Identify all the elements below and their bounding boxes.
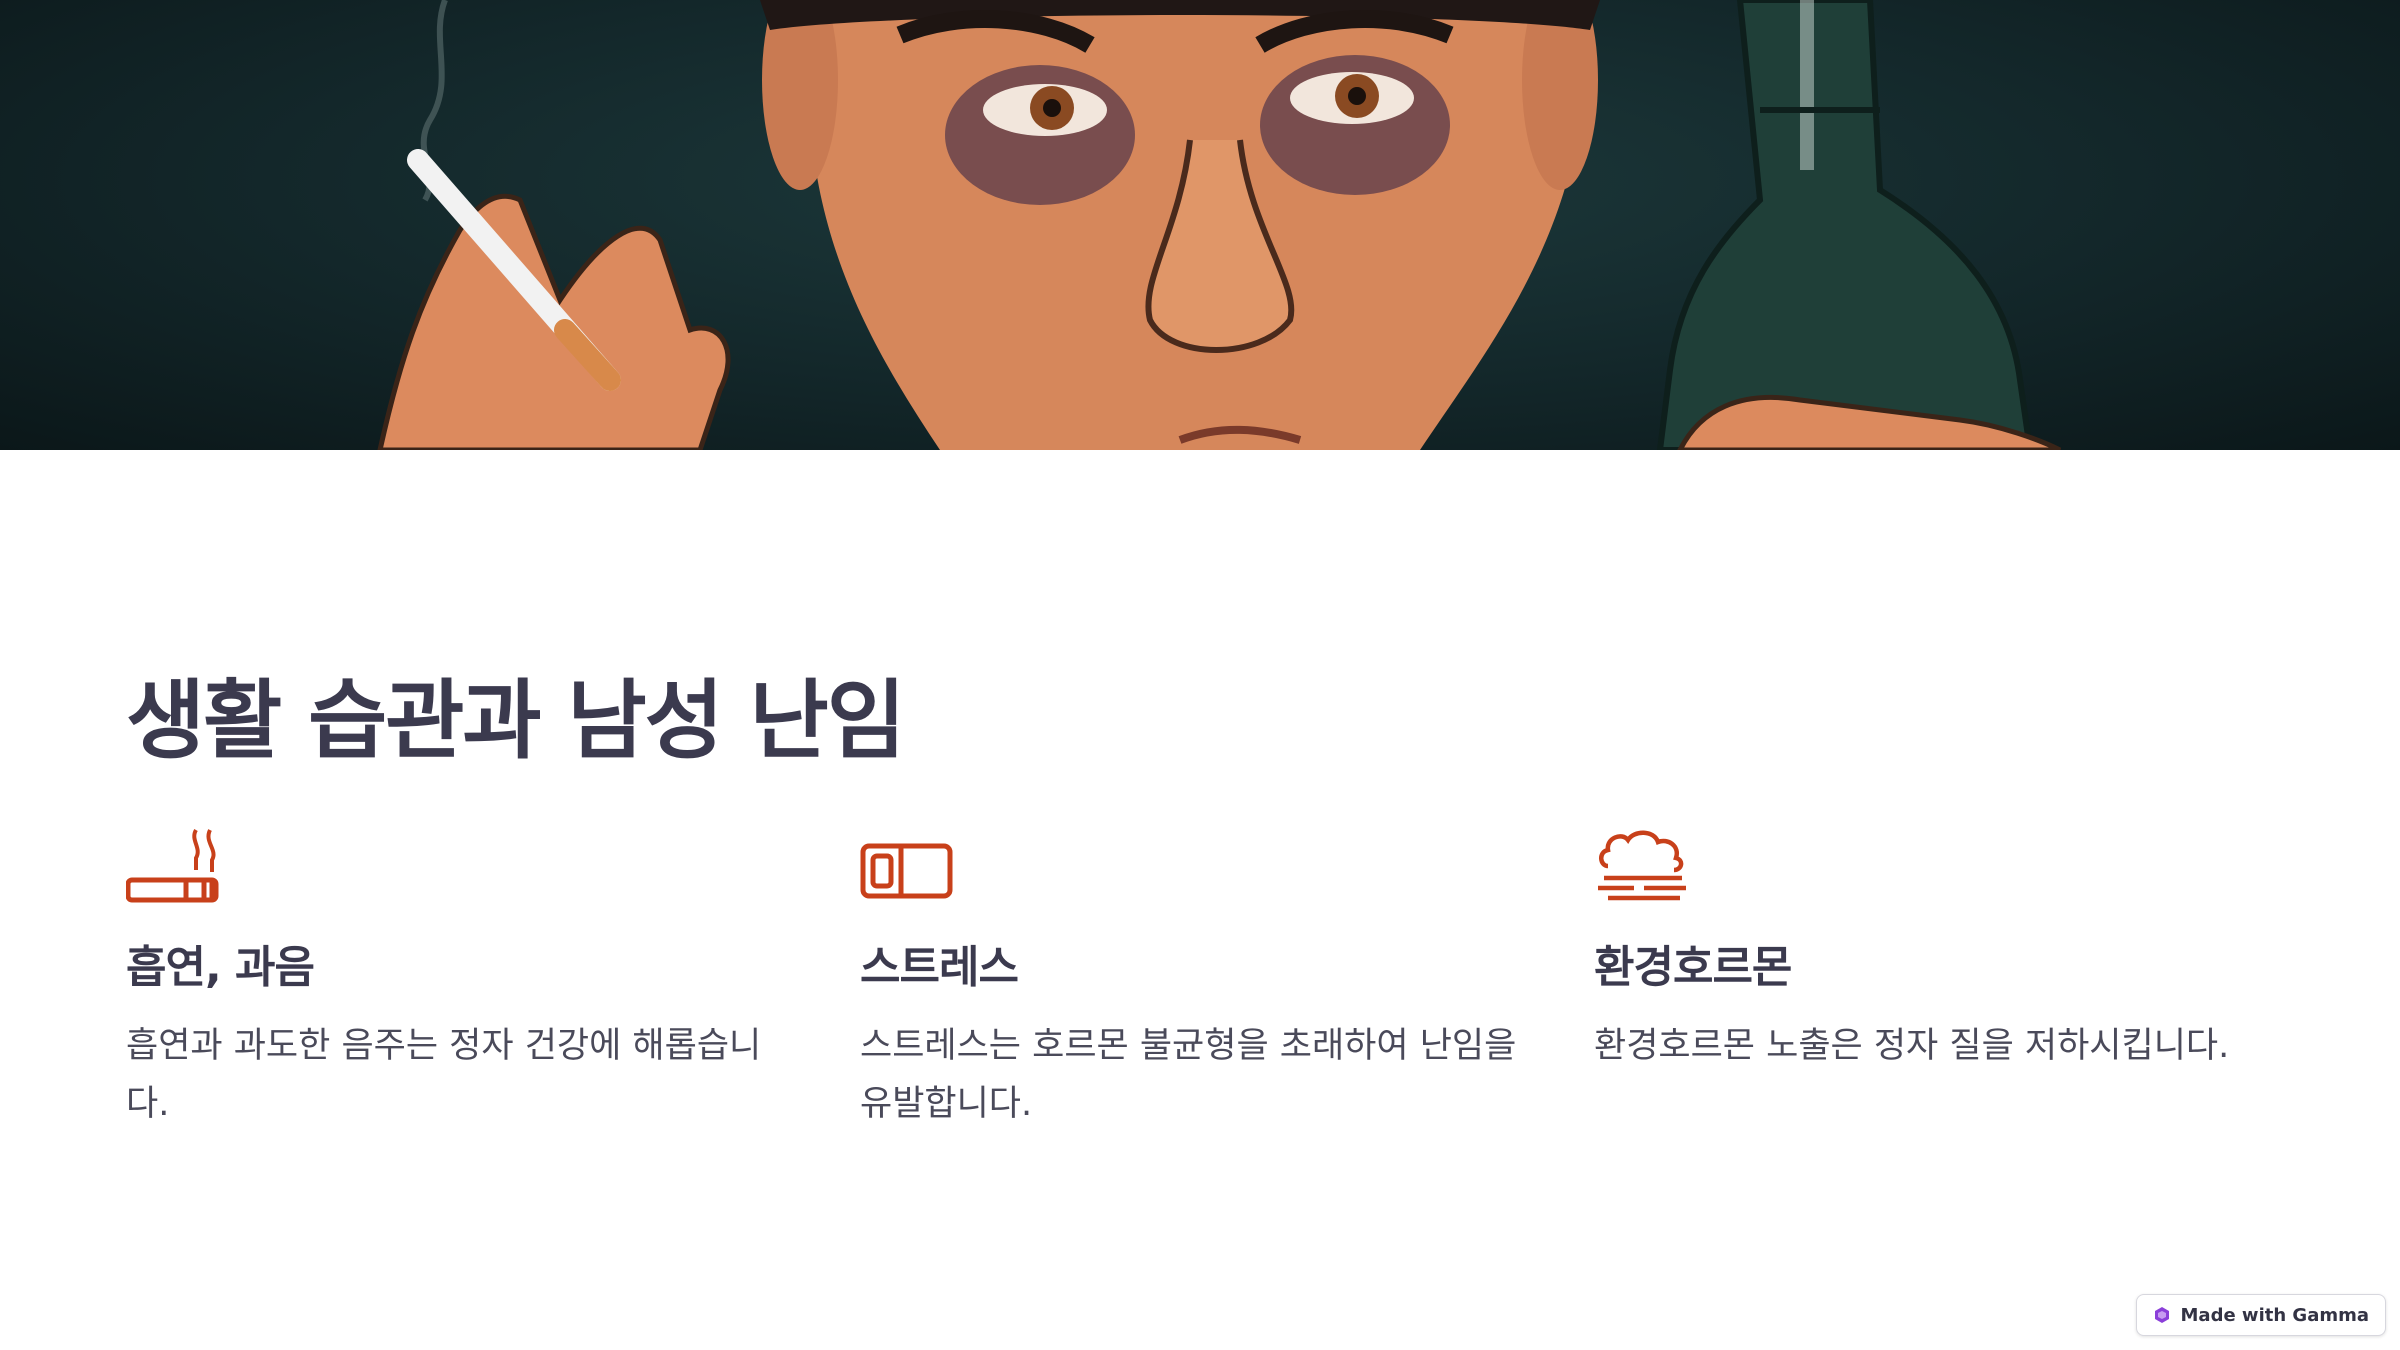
gamma-logo-icon — [2154, 1307, 2169, 1323]
hero-illustration — [377, 0, 2062, 450]
card-body: 환경호르몬 노출은 정자 질을 저하시킵니다. — [1594, 1025, 2230, 1066]
card-environmental-hormones: 환경호르몬 환경호르몬 노출은 정자 질을 저하시킵니다. — [1594, 828, 2254, 1075]
badge-label: Made with Gamma — [2180, 1304, 2369, 1326]
cigarette-icon — [126, 828, 219, 903]
card-heading: 환경호르몬 — [1594, 942, 1792, 993]
page-title: 생활 습관과 남성 난임 — [126, 671, 906, 771]
card-smoking-drinking: 흡연, 과음 흡연과 과도한 음주는 정자 건강에 해롭습니다. — [126, 828, 786, 1133]
battery-icon — [860, 843, 953, 899]
hero-image — [0, 0, 2400, 450]
made-with-gamma-badge[interactable]: Made with Gamma — [2135, 1294, 2386, 1336]
card-heading: 흡연, 과음 — [126, 942, 315, 993]
card-stress: 스트레스 스트레스는 호르몬 불균형을 초래하여 난임을 유발합니다. — [860, 828, 1520, 1133]
card-body: 스트레스는 호르몬 불균형을 초래하여 난임을 유발합니다. — [860, 1025, 1517, 1124]
card-heading: 스트레스 — [860, 942, 1019, 993]
smog-icon — [1598, 830, 1686, 901]
card-body: 흡연과 과도한 음주는 정자 건강에 해롭습니다. — [126, 1025, 762, 1124]
